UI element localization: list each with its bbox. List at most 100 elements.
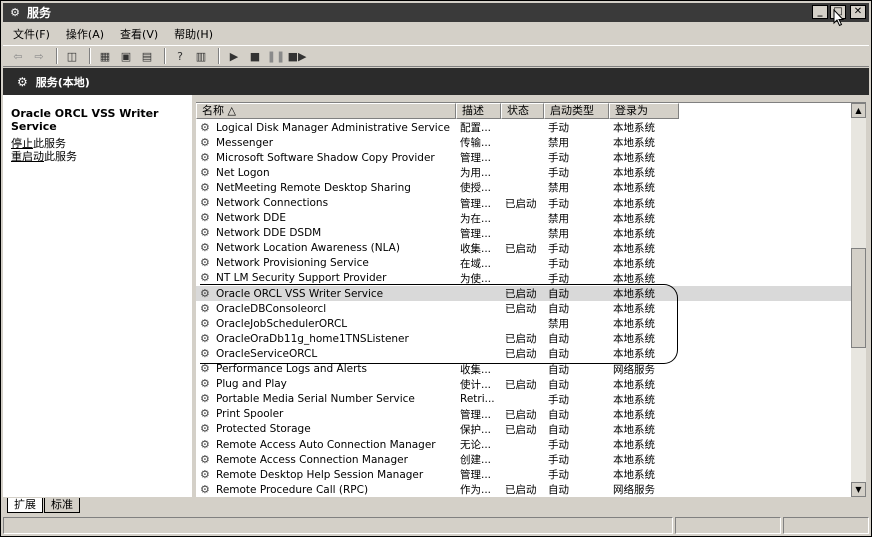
view-tabs: 扩展 标准 — [3, 498, 869, 515]
tab-standard[interactable]: 标准 — [44, 498, 80, 513]
table-row[interactable]: ⚙ NetMeeting Remote Desktop Sharing 使授... 禁… — [196, 180, 851, 195]
service-logon-as: 本地系统 — [613, 318, 655, 331]
service-name: OracleJobSchedulerORCL — [216, 317, 348, 330]
table-row[interactable]: ⚙ Protected Storage 保护... 已启动 自动 本地系统 — [196, 422, 851, 437]
table-row[interactable]: ⚙ Portable Media Serial Number Service Ret… — [196, 392, 851, 407]
table-row[interactable]: ⚙ Network DDE DSDM 管理... 禁用 本地系统 — [196, 226, 851, 241]
service-description: 为用... — [460, 167, 492, 180]
close-button[interactable]: ✕ — [850, 5, 866, 19]
table-row[interactable]: ⚙ Performance Logs and Alerts 收集... 自动 网络服务 — [196, 362, 851, 377]
service-startup-type: 手动 — [548, 454, 569, 467]
menu-file[interactable]: 文件(F) — [3, 26, 58, 42]
service-description: 配置... — [460, 122, 492, 135]
service-gear-icon: ⚙ — [200, 242, 210, 255]
service-description: 使计... — [460, 378, 492, 391]
toolbar-separator — [56, 48, 58, 64]
minimize-button[interactable]: _ — [812, 5, 828, 19]
service-name: Network Provisioning Service — [216, 257, 369, 270]
table-row[interactable]: ⚙ Messenger 传输... 禁用 本地系统 — [196, 135, 851, 150]
table-row[interactable]: ⚙ OracleServiceORCL 已启动 自动 本地系统 — [196, 346, 851, 361]
pause-service-icon[interactable]: ❚❚ — [267, 48, 285, 64]
table-row[interactable]: ⚙ Print Spooler 管理... 已启动 自动 本地系统 — [196, 407, 851, 422]
vertical-scrollbar[interactable]: ▲ ▼ — [851, 103, 866, 497]
service-description: 管理... — [460, 152, 492, 165]
status-pane-3 — [783, 517, 869, 534]
scroll-up-button[interactable]: ▲ — [851, 103, 866, 118]
properties-icon[interactable]: ▦ — [96, 48, 114, 64]
service-description: 在域... — [460, 257, 492, 270]
table-row[interactable]: ⚙ Remote Procedure Call (RPC) 作为... 已启动 自动 网络… — [196, 482, 851, 497]
table-row[interactable]: ⚙ Oracle ORCL VSS Writer Service 已启动 自动 本地系统 — [196, 286, 851, 302]
service-gear-icon: ⚙ — [200, 257, 210, 270]
table-row[interactable]: ⚙ OracleDBConsoleorcl 已启动 自动 本地系统 — [196, 301, 851, 316]
refresh-icon[interactable]: ▣ — [117, 48, 135, 64]
table-row[interactable]: ⚙ Net Logon 为用... 手动 本地系统 — [196, 165, 851, 180]
console-icon[interactable]: ▥ — [192, 48, 210, 64]
table-row[interactable]: ⚙ Plug and Play 使计... 已启动 自动 本地系统 — [196, 377, 851, 392]
service-description: 管理... — [460, 197, 492, 210]
service-name-cell: ⚙ OracleJobSchedulerORCL — [196, 318, 456, 330]
table-row[interactable]: ⚙ OracleJobSchedulerORCL 禁用 本地系统 — [196, 316, 851, 331]
service-description: Retri... — [460, 393, 495, 406]
tab-extended[interactable]: 扩展 — [7, 498, 43, 513]
table-row[interactable]: ⚙ Logical Disk Manager Administrative Ser… — [196, 120, 851, 135]
table-row[interactable]: ⚙ Network Provisioning Service 在域... 手动 本地系统 — [196, 256, 851, 271]
table-row[interactable]: ⚙ OracleOraDb11g_home1TNSListener 已启动 自动 本地系… — [196, 331, 851, 346]
service-name: Plug and Play — [216, 378, 287, 391]
table-row[interactable]: ⚙ Network Connections 管理... 已启动 手动 本地系统 — [196, 195, 851, 210]
services-icon: ⚙ — [17, 74, 28, 89]
service-name-cell: ⚙ Net Logon — [196, 167, 456, 179]
service-name-cell: ⚙ Network DDE — [196, 212, 456, 224]
restart-service-icon[interactable]: ■▶ — [288, 48, 307, 64]
table-row[interactable]: ⚙ Remote Access Connection Manager 创建... 手动… — [196, 452, 851, 467]
service-name-cell: ⚙ Remote Access Auto Connection Manager — [196, 439, 456, 451]
export-list-icon[interactable]: ▤ — [138, 48, 156, 64]
start-service-icon[interactable]: ▶ — [225, 48, 243, 64]
help-icon[interactable]: ? — [171, 48, 189, 64]
table-row[interactable]: ⚙ Remote Desktop Help Session Manager 管理..… — [196, 467, 851, 482]
selected-service-name: Oracle ORCL VSS Writer Service — [11, 107, 159, 133]
scroll-down-button[interactable]: ▼ — [851, 482, 866, 497]
show-hide-tree-icon[interactable]: ◫ — [63, 48, 81, 64]
service-name: OracleOraDb11g_home1TNSListener — [216, 332, 409, 345]
service-name: Performance Logs and Alerts — [216, 363, 367, 376]
service-name-cell: ⚙ NetMeeting Remote Desktop Sharing — [196, 182, 456, 194]
service-startup-type: 手动 — [548, 439, 569, 452]
table-row[interactable]: ⚙ Network Location Awareness (NLA) 收集... 已启… — [196, 241, 851, 256]
column-header-name[interactable]: 名称 △ — [196, 103, 456, 119]
table-row[interactable]: ⚙ NT LM Security Support Provider 为使... 手动 本… — [196, 271, 851, 286]
table-row[interactable]: ⚙ Network DDE 为在... 禁用 本地系统 — [196, 211, 851, 226]
service-gear-icon: ⚙ — [200, 197, 210, 210]
service-name-cell: ⚙ OracleDBConsoleorcl — [196, 303, 456, 315]
service-startup-type: 手动 — [548, 272, 569, 285]
services-list[interactable]: 名称 △ 描述 状态 启动类型 登录为 ⚙ Logical Disk Manage… — [196, 102, 866, 497]
service-description: 为在... — [460, 212, 492, 225]
forward-arrow-icon[interactable]: ⇨ — [30, 48, 48, 64]
column-header-startup-type[interactable]: 启动类型 — [544, 103, 609, 119]
restart-service-link[interactable]: 重启动此服务 — [11, 148, 77, 164]
service-logon-as: 本地系统 — [613, 348, 655, 361]
service-logon-as: 本地系统 — [613, 182, 655, 195]
menu-help[interactable]: 帮助(H) — [166, 26, 221, 42]
service-name: NT LM Security Support Provider — [216, 272, 387, 285]
menu-view[interactable]: 查看(V) — [112, 26, 166, 42]
service-gear-icon: ⚙ — [200, 483, 210, 496]
service-status: 已启动 — [505, 242, 537, 255]
service-description: 作为... — [460, 484, 492, 497]
table-row[interactable]: ⚙ Microsoft Software Shadow Copy Provider… — [196, 150, 851, 165]
title-bar[interactable]: ⚙ 服务 _ □ ✕ — [3, 3, 869, 22]
column-header-logon-as[interactable]: 登录为 — [609, 103, 679, 119]
stop-service-icon[interactable]: ■ — [246, 48, 264, 64]
menu-action[interactable]: 操作(A) — [58, 26, 112, 42]
service-startup-type: 禁用 — [548, 182, 569, 195]
back-arrow-icon[interactable]: ⇦ — [9, 48, 27, 64]
service-gear-icon: ⚙ — [200, 272, 210, 285]
service-gear-icon: ⚙ — [200, 393, 210, 406]
scroll-thumb[interactable] — [851, 248, 866, 348]
table-row[interactable]: ⚙ Remote Access Auto Connection Manager 无论… — [196, 437, 851, 452]
status-bar — [3, 516, 869, 535]
service-name: Remote Access Auto Connection Manager — [216, 438, 436, 451]
column-header-description[interactable]: 描述 — [456, 103, 501, 119]
service-logon-as: 本地系统 — [613, 257, 655, 270]
column-header-status[interactable]: 状态 — [501, 103, 544, 119]
